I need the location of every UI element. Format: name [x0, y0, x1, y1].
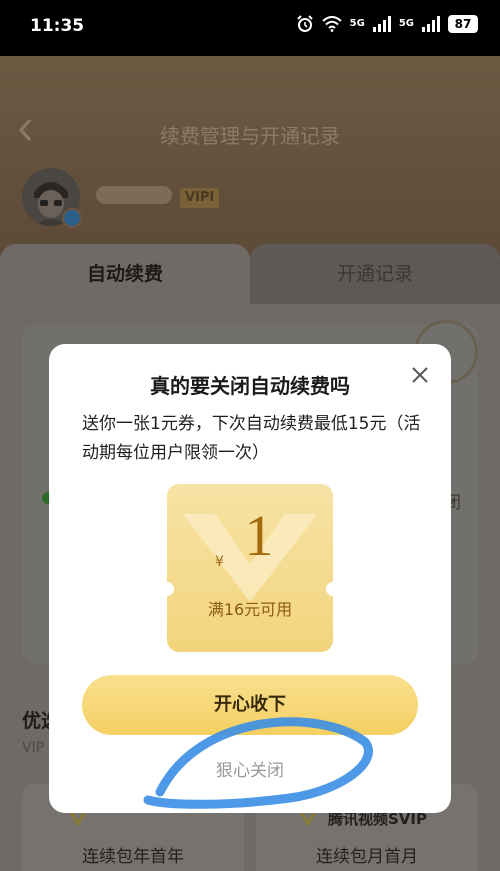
- avatar-badge-icon: [62, 208, 82, 228]
- tab-auto-renewal[interactable]: 自动续费: [0, 244, 250, 304]
- status-icons: 5G 5G 87: [296, 15, 478, 33]
- close-icon[interactable]: [411, 366, 429, 384]
- coupon-condition: 满16元可用: [207, 600, 293, 619]
- vip-level-badge: VIPⅠ: [180, 188, 220, 208]
- network-type-2: 5G: [398, 18, 414, 29]
- offer-label-monthly: 连续包月首月: [316, 847, 418, 867]
- tab-activation-records[interactable]: 开通记录: [250, 244, 500, 304]
- accept-coupon-button[interactable]: 开心收下: [82, 675, 418, 735]
- battery-indicator: 87: [448, 15, 478, 33]
- dialog-description: 送你一张1元券，下次自动续费最低15元（活动期每位用户限领一次）: [82, 414, 421, 463]
- status-time: 11:35: [30, 16, 85, 36]
- signal-icon-2: [422, 16, 440, 32]
- signal-icon: [372, 16, 391, 32]
- coupon-amount: 1: [244, 503, 274, 568]
- alarm-icon: [296, 15, 313, 32]
- coupon-notch: [326, 582, 333, 596]
- tab-bar: 自动续费 开通记录: [0, 244, 500, 304]
- coupon-currency: ¥: [215, 554, 224, 570]
- dialog-title: 真的要关闭自动续费吗: [150, 374, 350, 398]
- network-type-1: 5G: [349, 18, 365, 29]
- username-redacted: [96, 186, 172, 204]
- offer-label-yearly: 连续包年首年: [82, 847, 184, 867]
- wifi-icon: [321, 16, 342, 32]
- confirm-close-button[interactable]: 狠心关闭: [49, 756, 451, 781]
- status-bar: 11:35 5G 5G 87: [0, 0, 500, 56]
- page-header: 续费管理与开通记录 VIPⅠ: [0, 56, 500, 256]
- coupon-card: ¥ 1 满16元可用: [167, 484, 333, 652]
- page-title: 续费管理与开通记录: [160, 124, 340, 148]
- offers-subtitle: VIP: [22, 740, 45, 756]
- cancel-renewal-dialog: 真的要关闭自动续费吗 送你一张1元券，下次自动续费最低15元（活动期每位用户限领…: [49, 344, 451, 813]
